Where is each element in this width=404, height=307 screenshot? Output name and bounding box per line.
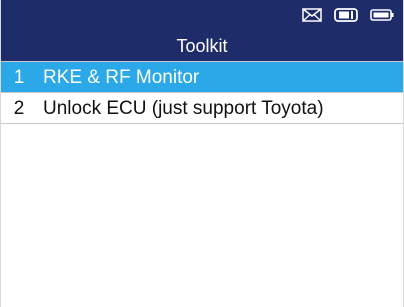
menu-list: 1 RKE & RF Monitor 2 Unlock ECU (just su… bbox=[0, 62, 404, 124]
menu-item-label: Unlock ECU (just support Toyota) bbox=[43, 97, 324, 119]
battery-icon bbox=[370, 8, 394, 22]
status-icons bbox=[302, 6, 394, 24]
menu-item-rke-rf-monitor[interactable]: 1 RKE & RF Monitor bbox=[0, 62, 404, 93]
menu-item-label: RKE & RF Monitor bbox=[43, 66, 200, 88]
page-title: Toolkit bbox=[0, 30, 404, 62]
menu-item-number: 2 bbox=[13, 97, 25, 119]
menu-item-unlock-ecu[interactable]: 2 Unlock ECU (just support Toyota) bbox=[0, 93, 404, 124]
mail-icon bbox=[302, 8, 322, 22]
status-bar bbox=[0, 0, 404, 30]
menu-item-number: 1 bbox=[13, 66, 25, 88]
toolkit-screen: Toolkit 1 RKE & RF Monitor 2 Unlock ECU … bbox=[0, 0, 404, 307]
vci-connection-icon bbox=[334, 8, 358, 22]
